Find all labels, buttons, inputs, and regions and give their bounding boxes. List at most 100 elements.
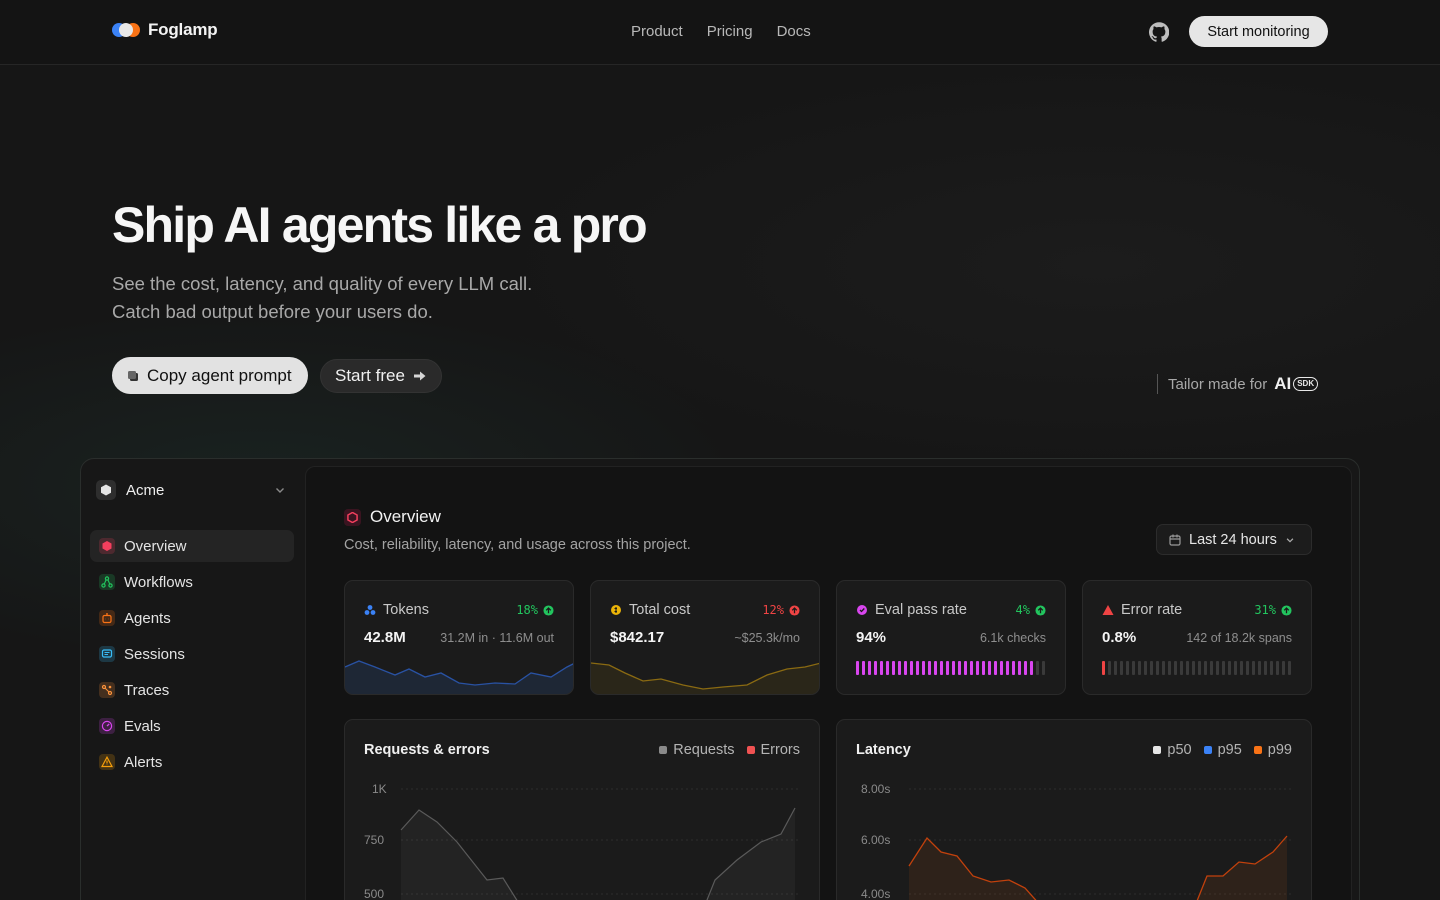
ai-sdk-logo[interactable]: AI SDK	[1274, 374, 1319, 394]
stat-progress-bar	[1102, 661, 1291, 675]
progress-tick	[868, 661, 871, 675]
sidebar-item-label: Overview	[124, 537, 187, 555]
stat-icon	[1102, 605, 1114, 615]
progress-tick	[1126, 661, 1129, 675]
stat-card-tokens[interactable]: Tokens 18% 42.8M 31.2M in · 11.6M out	[344, 580, 574, 695]
progress-tick	[1102, 661, 1105, 675]
warning-icon	[99, 754, 115, 770]
progress-tick	[1000, 661, 1003, 675]
progress-tick	[1222, 661, 1225, 675]
sidebar-item-label: Sessions	[124, 645, 185, 663]
sidebar-item-sessions[interactable]: Sessions	[90, 638, 294, 670]
trend-arrow-icon	[1281, 604, 1292, 616]
progress-tick	[1030, 661, 1033, 675]
logo-icon	[112, 22, 140, 38]
progress-tick	[1024, 661, 1027, 675]
nav-link-product[interactable]: Product	[631, 23, 683, 40]
time-range-select[interactable]: Last 24 hours	[1156, 524, 1312, 555]
brand-logo[interactable]: Foglamp	[112, 20, 218, 40]
progress-tick	[1120, 661, 1123, 675]
sidebar-item-traces[interactable]: Traces	[90, 674, 294, 706]
hexagon-icon	[99, 538, 115, 554]
hero-subtitle: See the cost, latency, and quality of ev…	[112, 270, 532, 326]
progress-tick	[982, 661, 985, 675]
progress-tick	[874, 661, 877, 675]
hero-title: Ship AI agents like a pro	[112, 197, 648, 253]
progress-tick	[988, 661, 991, 675]
progress-tick	[1168, 661, 1171, 675]
progress-tick	[1228, 661, 1231, 675]
ai-logo-text: AI	[1274, 374, 1292, 393]
nav-link-docs[interactable]: Docs	[777, 23, 811, 40]
stat-label: Error rate	[1121, 602, 1183, 618]
progress-tick	[1108, 661, 1111, 675]
workflow-icon	[99, 574, 115, 590]
progress-tick	[916, 661, 919, 675]
stat-name: Eval pass rate	[856, 602, 967, 618]
sidebar-item-evals[interactable]: Evals	[90, 710, 294, 742]
progress-tick	[1198, 661, 1201, 675]
progress-tick	[1006, 661, 1009, 675]
nav-links: Product Pricing Docs	[631, 23, 811, 40]
progress-tick	[1156, 661, 1159, 675]
workspace-icon	[96, 480, 116, 500]
brand-name: Foglamp	[148, 20, 218, 39]
stat-meta: 142 of 18.2k spans	[1186, 631, 1292, 645]
stat-delta-value: 31%	[1254, 603, 1276, 617]
stat-card-total-cost[interactable]: Total cost 12% $842.17 ~$25.3k/mo	[590, 580, 820, 695]
progress-tick	[946, 661, 949, 675]
progress-tick	[1042, 661, 1045, 675]
progress-tick	[1210, 661, 1213, 675]
progress-tick	[1288, 661, 1291, 675]
sidebar-item-agents[interactable]: Agents	[90, 602, 294, 634]
latency-chart-plot	[908, 788, 1293, 900]
progress-tick	[964, 661, 967, 675]
sdk-badge: SDK	[1293, 377, 1319, 391]
requests-errors-chart: Requests & errors Requests Errors 1K 750…	[344, 719, 820, 900]
start-monitoring-button[interactable]: Start monitoring	[1189, 16, 1328, 47]
progress-tick	[862, 661, 865, 675]
tailor-made-badge: Tailor made for AI SDK	[1157, 374, 1319, 394]
top-nav: Foglamp Product Pricing Docs Start monit…	[0, 0, 1440, 65]
stat-card-error-rate[interactable]: Error rate 31% 0.8% 142 of 18.2k spans	[1082, 580, 1312, 695]
progress-tick	[1018, 661, 1021, 675]
overview-heading: Overview	[344, 507, 441, 527]
stat-value: 0.8%	[1102, 629, 1137, 646]
overview-title: Overview	[370, 507, 441, 526]
progress-tick	[892, 661, 895, 675]
stat-progress-bar	[856, 661, 1045, 675]
progress-tick	[1258, 661, 1261, 675]
progress-tick	[856, 661, 859, 675]
stat-delta-value: 4%	[1015, 603, 1030, 617]
progress-tick	[922, 661, 925, 675]
progress-tick	[1240, 661, 1243, 675]
progress-tick	[886, 661, 889, 675]
progress-tick	[898, 661, 901, 675]
nav-link-pricing[interactable]: Pricing	[707, 23, 753, 40]
progress-tick	[1036, 661, 1039, 675]
github-icon[interactable]	[1149, 22, 1169, 42]
trace-icon	[99, 682, 115, 698]
sidebar-item-alerts[interactable]: Alerts	[90, 746, 294, 778]
sidebar-item-workflows[interactable]: Workflows	[90, 566, 294, 598]
copy-button-label: Copy agent prompt	[147, 365, 292, 385]
stat-card-eval-pass-rate[interactable]: Eval pass rate 4% 94% 6.1k checks	[836, 580, 1066, 695]
progress-tick	[1252, 661, 1255, 675]
progress-tick	[1282, 661, 1285, 675]
stat-value: 94%	[856, 629, 887, 646]
stat-label: Eval pass rate	[875, 602, 967, 618]
chevron-down-icon	[1286, 537, 1294, 543]
copy-agent-prompt-button[interactable]: Copy agent prompt	[112, 357, 308, 394]
overview-icon	[344, 508, 361, 526]
progress-tick	[1216, 661, 1219, 675]
workspace-switcher[interactable]: Acme	[96, 478, 286, 502]
progress-tick	[1162, 661, 1165, 675]
progress-tick	[1174, 661, 1177, 675]
chevron-down-icon	[276, 488, 284, 493]
progress-tick	[928, 661, 931, 675]
sidebar-item-overview[interactable]: Overview	[90, 530, 294, 562]
start-free-button[interactable]: Start free	[320, 359, 442, 393]
progress-tick	[994, 661, 997, 675]
stat-sparkline	[345, 660, 573, 694]
progress-tick	[1204, 661, 1207, 675]
